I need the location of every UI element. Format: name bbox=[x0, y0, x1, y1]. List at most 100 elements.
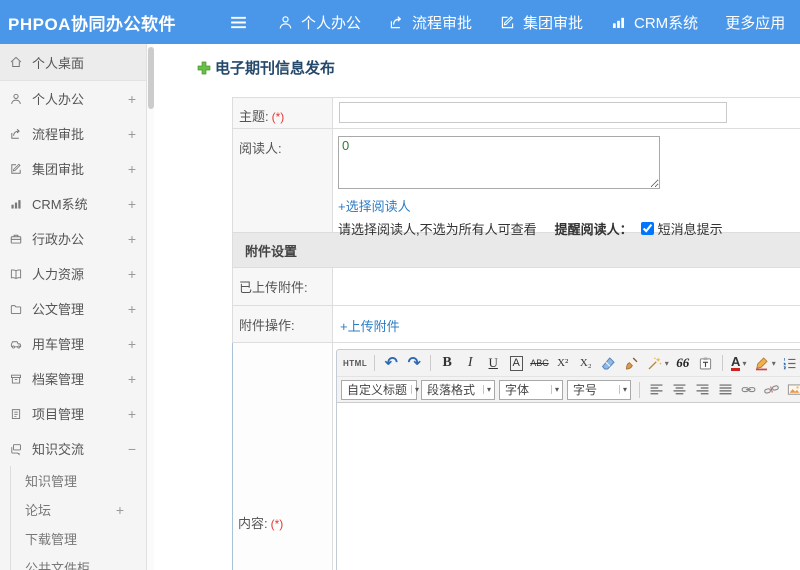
align-right-icon bbox=[694, 381, 711, 398]
strikethrough-button[interactable]: ABC bbox=[528, 352, 551, 374]
superscript-button[interactable]: X² bbox=[552, 352, 574, 374]
subject-value-cell bbox=[333, 98, 800, 128]
nav-group-approval[interactable]: 集团审批 bbox=[499, 12, 583, 33]
html-source-button[interactable]: HTML bbox=[341, 352, 369, 374]
paragraph-format-select[interactable]: 段落格式 ▾ bbox=[421, 379, 495, 400]
format-painter-button[interactable] bbox=[621, 352, 643, 374]
autoformat-dropdown-button[interactable]: ▾ bbox=[644, 352, 671, 374]
ordered-list-dropdown-button[interactable]: ▾ bbox=[779, 352, 800, 374]
sms-remind-label: 短消息提示 bbox=[657, 222, 723, 237]
blockquote-button[interactable]: 66 bbox=[672, 352, 694, 374]
expand-toggle[interactable]: + bbox=[124, 196, 136, 212]
nav-personal-office[interactable]: 个人办公 bbox=[277, 12, 361, 33]
custom-heading-select[interactable]: 自定义标题 ▾ bbox=[341, 379, 419, 400]
sidebar-scrollbar bbox=[146, 44, 154, 570]
archive-icon bbox=[9, 372, 23, 386]
italic-button[interactable]: I bbox=[459, 352, 481, 374]
sms-remind-checkbox[interactable] bbox=[640, 222, 654, 235]
readers-row: 阅读人: 0 +选择阅读人 请选择阅读人,不选为所有人可查看 提醒阅读人： 短消… bbox=[233, 129, 800, 237]
chart-icon bbox=[610, 14, 627, 31]
sidebar-item-group-approval[interactable]: 集团审批 + bbox=[0, 151, 146, 186]
expand-toggle[interactable]: + bbox=[124, 336, 136, 352]
page-title-text: 电子期刊信息发布 bbox=[215, 60, 336, 77]
font-color-dropdown-button[interactable]: A ▾ bbox=[728, 352, 750, 374]
chevron-down-icon: ▾ bbox=[618, 385, 627, 394]
editor-content-area[interactable] bbox=[337, 402, 800, 570]
sidebar-item-knowledge-exchange[interactable]: 知识交流 − bbox=[0, 431, 146, 466]
readers-label: 阅读人: bbox=[239, 141, 282, 156]
expand-toggle[interactable]: + bbox=[124, 371, 136, 387]
nav-label: 更多应用 bbox=[725, 14, 786, 32]
sidebar-item-project-management[interactable]: 项目管理 + bbox=[0, 396, 146, 431]
subscript-button[interactable]: X₂ bbox=[575, 352, 597, 374]
chat-icon bbox=[9, 442, 23, 456]
boxed-a-icon: A bbox=[509, 355, 523, 371]
undo-button[interactable]: ↶ bbox=[380, 352, 402, 374]
sidebar-menu: 个人桌面 个人办公 + 流程审批 + 集团审批 + CRM系统 + 行政办公 + bbox=[0, 44, 146, 570]
expand-toggle[interactable]: + bbox=[124, 231, 136, 247]
remove-format-button[interactable] bbox=[598, 352, 620, 374]
expand-toggle[interactable]: + bbox=[124, 126, 136, 142]
sidebar-item-crm-system[interactable]: CRM系统 + bbox=[0, 186, 146, 221]
upload-attachment-link[interactable]: +上传附件 bbox=[340, 316, 400, 335]
select-readers-link[interactable]: +选择阅读人 bbox=[338, 196, 411, 215]
sidebar-item-label: 流程审批 bbox=[32, 127, 85, 142]
sidebar-item-label: 用车管理 bbox=[32, 337, 85, 352]
nav-workflow-approval[interactable]: 流程审批 bbox=[388, 12, 472, 33]
sidebar-subitem-download-management[interactable]: 下载管理 bbox=[11, 524, 146, 553]
sidebar-item-admin-office[interactable]: 行政办公 + bbox=[0, 221, 146, 256]
sidebar-item-personal-desktop[interactable]: 个人桌面 bbox=[0, 44, 146, 81]
align-left-button[interactable] bbox=[645, 379, 667, 401]
select-value: 字体 bbox=[505, 383, 530, 397]
underline-button[interactable]: U bbox=[482, 352, 504, 374]
expand-toggle[interactable]: + bbox=[124, 301, 136, 317]
insert-link-button[interactable] bbox=[737, 379, 759, 401]
sidebar-item-archive-management[interactable]: 档案管理 + bbox=[0, 361, 146, 396]
sidebar-subitem-public-file-cabinet[interactable]: 公共文件柜 bbox=[11, 553, 146, 570]
insert-image-button[interactable] bbox=[783, 379, 800, 401]
bold-button[interactable]: B bbox=[436, 352, 458, 374]
content-value-cell: HTML ↶ ↷ B I U A ABC X² X₂ ▾ 66 A ▾ ▾ 自定… bbox=[333, 343, 800, 570]
expand-toggle[interactable]: + bbox=[124, 91, 136, 107]
paste-text-button[interactable] bbox=[695, 352, 717, 374]
attachment-section-title: 附件设置 bbox=[245, 243, 298, 259]
sidebar-item-workflow-approval[interactable]: 流程审批 + bbox=[0, 116, 146, 151]
sidebar-item-document-management[interactable]: 公文管理 + bbox=[0, 291, 146, 326]
sidebar-item-human-resources[interactable]: 人力资源 + bbox=[0, 256, 146, 291]
align-right-button[interactable] bbox=[691, 379, 713, 401]
readers-textarea[interactable]: 0 bbox=[338, 136, 660, 189]
chevron-down-icon: ▾ bbox=[742, 358, 747, 368]
sidebar-item-vehicle-management[interactable]: 用车管理 + bbox=[0, 326, 146, 361]
select-value: 自定义标题 bbox=[347, 383, 408, 397]
nav-label: CRM系统 bbox=[634, 14, 699, 32]
toolbar-separator bbox=[374, 355, 376, 371]
font-style-button[interactable]: A bbox=[505, 352, 527, 374]
sidebar-subitem-knowledge-management[interactable]: 知识管理 bbox=[11, 466, 146, 495]
chevron-down-icon: ▾ bbox=[411, 385, 419, 394]
flow-icon bbox=[388, 14, 405, 31]
rich-text-editor: HTML ↶ ↷ B I U A ABC X² X₂ ▾ 66 A ▾ ▾ 自定… bbox=[336, 349, 800, 570]
sidebar-subitem-forum[interactable]: 论坛 + bbox=[11, 495, 146, 524]
hamburger-menu-button[interactable] bbox=[228, 12, 249, 33]
sidebar-item-label: 知识交流 bbox=[32, 442, 85, 457]
sidebar-item-personal-office[interactable]: 个人办公 + bbox=[0, 81, 146, 116]
expand-toggle[interactable]: + bbox=[116, 502, 124, 518]
edit-icon bbox=[499, 14, 516, 31]
toolbar-separator bbox=[430, 355, 432, 371]
expand-toggle[interactable]: + bbox=[124, 161, 136, 177]
expand-toggle[interactable]: + bbox=[124, 266, 136, 282]
redo-button[interactable]: ↷ bbox=[403, 352, 425, 374]
subject-input[interactable] bbox=[339, 102, 727, 123]
highlight-color-dropdown-button[interactable]: ▾ bbox=[751, 352, 778, 374]
font-size-select[interactable]: 字号 ▾ bbox=[567, 379, 631, 400]
align-justify-button[interactable] bbox=[714, 379, 736, 401]
font-family-select[interactable]: 字体 ▾ bbox=[499, 379, 563, 400]
unlink-icon bbox=[763, 381, 780, 398]
edit-icon bbox=[9, 162, 23, 176]
nav-crm-system[interactable]: CRM系统 bbox=[610, 12, 698, 33]
remove-link-button[interactable] bbox=[760, 379, 782, 401]
align-center-button[interactable] bbox=[668, 379, 690, 401]
expand-toggle[interactable]: + bbox=[124, 406, 136, 422]
nav-more-apps[interactable]: 更多应用 bbox=[725, 12, 785, 33]
collapse-toggle[interactable]: − bbox=[124, 441, 136, 457]
